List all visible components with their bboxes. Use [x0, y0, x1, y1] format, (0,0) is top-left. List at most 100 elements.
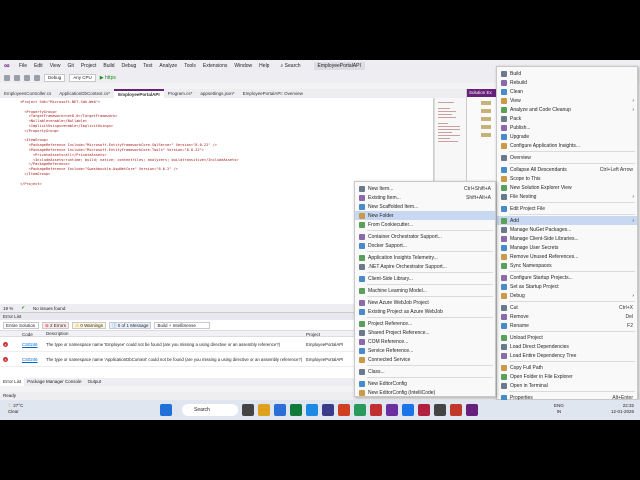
- menu-item-upgrade[interactable]: Upgrade: [497, 132, 637, 141]
- menu-item-new-azure-webjob-project[interactable]: New Azure WebJob Project: [355, 298, 495, 307]
- folder-icon[interactable]: [481, 101, 491, 105]
- warnings-filter-button[interactable]: ⚠ 0 Warnings: [72, 321, 106, 329]
- vscode-icon[interactable]: [306, 404, 318, 416]
- menu-item-analyze-and-code-cleanup[interactable]: Analyze and Code Cleanup ›: [497, 105, 637, 114]
- column-description[interactable]: Description: [46, 331, 306, 336]
- app-icon[interactable]: [290, 404, 302, 416]
- folder-icon[interactable]: [481, 117, 491, 121]
- menu-analyze[interactable]: Analyze: [159, 63, 177, 69]
- menu-item-view[interactable]: View ›: [497, 96, 637, 105]
- save-icon[interactable]: [24, 74, 30, 81]
- app-icon[interactable]: [370, 404, 382, 416]
- menu-item-new-scaffolded-item[interactable]: New Scaffolded Item...: [355, 202, 495, 211]
- menu-item-build[interactable]: Build: [497, 69, 637, 78]
- error-code-link[interactable]: CS0246: [22, 342, 46, 347]
- menu-item-overview[interactable]: Overview: [497, 153, 637, 162]
- menu-item-rename[interactable]: Rename F2: [497, 321, 637, 330]
- menu-item-open-folder-in-file-explorer[interactable]: Open Folder in File Explorer: [497, 372, 637, 381]
- menu-item-new-item[interactable]: New Item... Ctrl+Shift+A: [355, 184, 495, 193]
- menu-item-load-entire-dependency-tree[interactable]: Load Entire Dependency Tree: [497, 351, 637, 360]
- menu-item-manage-client-side-libraries[interactable]: Manage Client-Side Libraries...: [497, 234, 637, 243]
- app-icon[interactable]: [338, 404, 350, 416]
- menu-item-unload-project[interactable]: Unload Project: [497, 333, 637, 342]
- errors-filter-button[interactable]: ⊗ 2 Errors: [42, 321, 70, 329]
- platform-dropdown[interactable]: Any CPU: [69, 73, 96, 82]
- menu-debug[interactable]: Debug: [122, 63, 137, 69]
- menu-item-scope-to-this[interactable]: Scope to This: [497, 174, 637, 183]
- menu-item-manage-user-secrets[interactable]: Manage User Secrets: [497, 243, 637, 252]
- language-indicator[interactable]: ENG IN: [554, 403, 564, 415]
- menu-item-add[interactable]: Add ›: [497, 216, 637, 225]
- menu-item-shared-project-reference[interactable]: Shared Project Reference...: [355, 328, 495, 337]
- clock[interactable]: 22:32 12-01-2026: [611, 403, 634, 415]
- weather-widget[interactable]: ☾ 27°C Clear: [8, 403, 23, 415]
- menu-item-machine-learning-model[interactable]: Machine Learning Model...: [355, 286, 495, 295]
- tab-program[interactable]: Program.cs*: [164, 89, 197, 98]
- menu-item-copy-full-path[interactable]: Copy Full Path: [497, 363, 637, 372]
- menu-item-container-orchestrator-support[interactable]: Container Orchestrator Support...: [355, 232, 495, 241]
- menu-item-new-editorconfig-intellicode[interactable]: New EditorConfig (IntelliCode): [355, 388, 495, 397]
- file-explorer-icon[interactable]: [258, 404, 270, 416]
- code-line[interactable]: </Project>: [20, 182, 239, 187]
- messages-filter-button[interactable]: ⓘ 0 of 1 Message: [108, 321, 152, 329]
- menu-build[interactable]: Build: [103, 63, 114, 69]
- tab-application-db-context[interactable]: ApplicationDbContext.cs*: [55, 89, 114, 98]
- app-icon[interactable]: [386, 404, 398, 416]
- edge-icon[interactable]: [402, 404, 414, 416]
- folder-icon[interactable]: [481, 133, 491, 137]
- menu-item-configure-startup-projects[interactable]: Configure Startup Projects...: [497, 273, 637, 282]
- menu-item-remove[interactable]: Remove Del: [497, 312, 637, 321]
- menu-item-new-solution-explorer-view[interactable]: New Solution Explorer View: [497, 183, 637, 192]
- menu-item-com-reference[interactable]: COM Reference...: [355, 337, 495, 346]
- column-code[interactable]: Code: [22, 331, 46, 337]
- menu-item-net-aspire-orchestrator-support[interactable]: .NET Aspire Orchestrator Support...: [355, 262, 495, 271]
- menu-test[interactable]: Test: [143, 63, 152, 69]
- menu-edit[interactable]: Edit: [34, 63, 43, 69]
- menu-item-load-direct-dependencies[interactable]: Load Direct Dependencies: [497, 342, 637, 351]
- menu-item-collapse-all-descendants[interactable]: Collapse All Descendants Ctrl+Left Arrow: [497, 165, 637, 174]
- menu-item-project-reference[interactable]: Project Reference...: [355, 319, 495, 328]
- app-icon[interactable]: [434, 404, 446, 416]
- app-icon[interactable]: [450, 404, 462, 416]
- menu-view[interactable]: View: [50, 63, 61, 69]
- tab-error-list[interactable]: Error List: [0, 378, 25, 386]
- menu-item-clean[interactable]: Clean: [497, 87, 637, 96]
- tab-package-manager-console[interactable]: Package Manager Console: [24, 378, 84, 386]
- build-filter-dropdown[interactable]: Build + IntelliSense: [154, 321, 211, 329]
- menu-item-publish[interactable]: Publish...: [497, 123, 637, 132]
- tab-overview[interactable]: EmployeePortalAPI: Overview: [239, 89, 307, 98]
- app-icon[interactable]: [322, 404, 334, 416]
- run-button[interactable]: ▶ https: [100, 75, 116, 81]
- menu-help[interactable]: Help: [259, 63, 269, 69]
- menu-item-rebuild[interactable]: Rebuild: [497, 78, 637, 87]
- menu-item-pack[interactable]: Pack: [497, 114, 637, 123]
- store-icon[interactable]: [274, 404, 286, 416]
- menu-item-cut[interactable]: Cut Ctrl+X: [497, 303, 637, 312]
- menu-extensions[interactable]: Extensions: [203, 63, 227, 69]
- error-code-link[interactable]: CS0246: [22, 357, 46, 362]
- configuration-dropdown[interactable]: Debug: [44, 73, 66, 82]
- menu-tools[interactable]: Tools: [184, 63, 196, 69]
- tab-employees-controller[interactable]: EmployeesController.cs: [0, 89, 55, 98]
- back-icon[interactable]: [4, 74, 10, 81]
- menu-item-existing-project-as-azure-webjob[interactable]: Existing Project as Azure WebJob: [355, 307, 495, 316]
- menu-item-from-cookiecutter[interactable]: From Cookiecutter...: [355, 220, 495, 229]
- forward-icon[interactable]: [14, 74, 20, 81]
- menu-item-new-editorconfig[interactable]: New EditorConfig: [355, 379, 495, 388]
- menu-item-service-reference[interactable]: Service Reference...: [355, 346, 495, 355]
- search-box[interactable]: ⌕ Search: [280, 63, 300, 69]
- task-view-icon[interactable]: [242, 404, 254, 416]
- menu-item-application-insights-telemetry[interactable]: Application Insights Telemetry...: [355, 253, 495, 262]
- menu-item-docker-support[interactable]: Docker Support...: [355, 241, 495, 250]
- menu-item-open-in-terminal[interactable]: Open in Terminal: [497, 381, 637, 390]
- tab-appsettings[interactable]: appsettings.json*: [196, 89, 238, 98]
- menu-item-connected-service[interactable]: Connected Service: [355, 355, 495, 364]
- folder-icon[interactable]: [481, 109, 491, 113]
- visual-studio-icon[interactable]: [466, 404, 478, 416]
- undo-icon[interactable]: [34, 74, 40, 81]
- menu-item-edit-project-file[interactable]: Edit Project File: [497, 204, 637, 213]
- menu-item-sync-namespaces[interactable]: Sync Namespaces: [497, 261, 637, 270]
- menu-window[interactable]: Window: [234, 63, 252, 69]
- menu-item-file-nesting[interactable]: File Nesting ›: [497, 192, 637, 201]
- menu-item-class[interactable]: Class...: [355, 367, 495, 376]
